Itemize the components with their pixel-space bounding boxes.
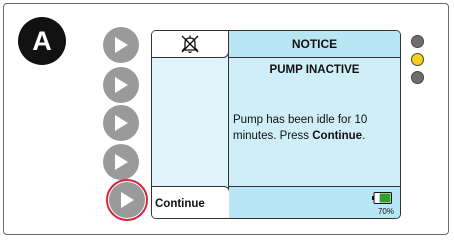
play-icon — [115, 115, 128, 131]
soft-key-4[interactable] — [103, 144, 139, 180]
play-icon — [115, 77, 128, 93]
soft-key-2[interactable] — [103, 67, 139, 103]
alarm-silenced-icon — [181, 35, 199, 54]
message-period: . — [362, 130, 366, 142]
indicator-light-1 — [411, 35, 424, 48]
status-bar: 70% — [229, 186, 400, 218]
pump-screen: NOTICE PUMP INACTIVE Pump has been idle … — [151, 30, 401, 219]
battery-icon — [372, 192, 392, 204]
notice-header: NOTICE — [229, 31, 400, 58]
indicator-light-3 — [411, 71, 424, 84]
soft-key-5-continue[interactable] — [109, 182, 145, 218]
battery-percentage: 70% — [377, 207, 394, 216]
soft-key-1[interactable] — [103, 27, 139, 63]
notice-title: NOTICE — [291, 37, 338, 51]
play-icon — [121, 192, 134, 208]
alarm-icon-box — [152, 31, 229, 58]
continue-softkey-label-box[interactable]: Continue — [152, 186, 230, 218]
indicator-light-2 — [411, 53, 424, 66]
continue-label: Continue — [155, 197, 205, 210]
notice-message: Pump has been idle for 10 minutes. Press… — [233, 112, 396, 144]
step-badge: A — [18, 17, 66, 65]
notice-subtitle: PUMP INACTIVE — [269, 64, 360, 76]
play-icon — [115, 154, 128, 170]
soft-key-3[interactable] — [103, 105, 139, 141]
message-continue-word: Continue — [312, 130, 363, 142]
play-icon — [115, 37, 128, 53]
